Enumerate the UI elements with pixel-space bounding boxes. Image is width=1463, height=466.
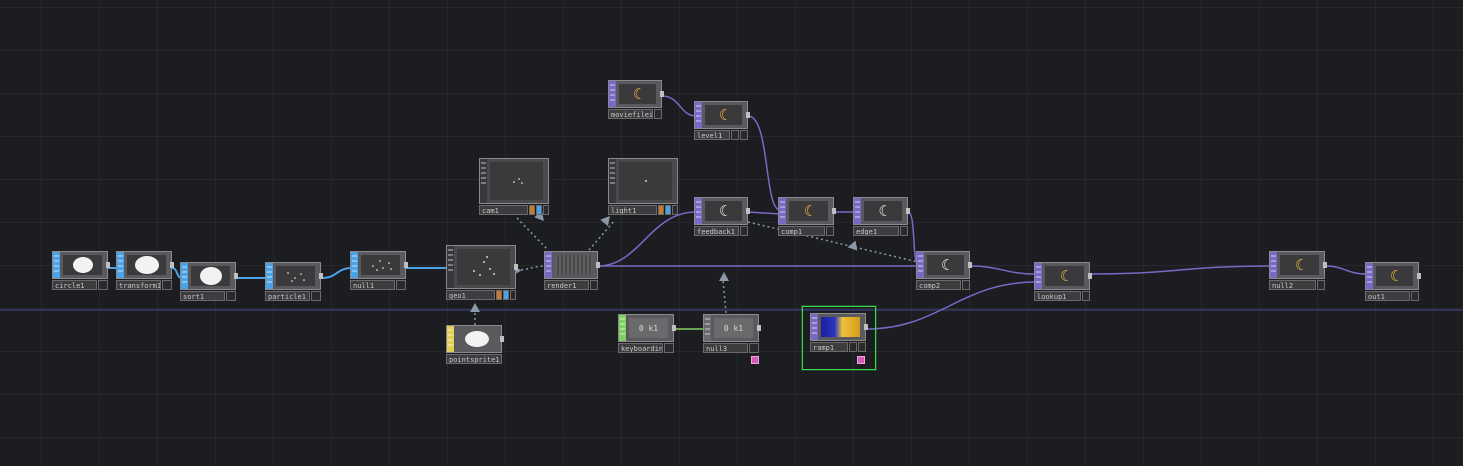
node-label: sort1 bbox=[180, 291, 225, 301]
preview-particles bbox=[286, 272, 305, 282]
node-comp1[interactable]: ☾ comp1 bbox=[778, 197, 836, 236]
channel-value: 0 k1 bbox=[638, 323, 659, 333]
arrow-icon bbox=[846, 240, 858, 253]
node-edge1[interactable]: ☾ edge1 bbox=[853, 197, 910, 236]
wire-moviefilein1-level1[interactable] bbox=[661, 95, 697, 117]
node-label: keyboardin1 bbox=[618, 343, 663, 353]
wire-null2-out1[interactable] bbox=[1324, 265, 1368, 275]
banana-preview-icon: ☾ bbox=[1059, 266, 1070, 285]
node-label: comp2 bbox=[916, 280, 961, 290]
node-label: level1 bbox=[694, 130, 730, 140]
node-transform1[interactable]: transform1 bbox=[116, 251, 174, 290]
node-label: light1 bbox=[608, 205, 657, 215]
node-label: cam1 bbox=[479, 205, 528, 215]
banana-preview-icon: ☾ bbox=[718, 105, 729, 124]
arrow-icon bbox=[719, 272, 729, 281]
node-label: comp1 bbox=[778, 226, 825, 236]
preview-particles bbox=[371, 260, 392, 271]
node-label: pointsprite1 bbox=[446, 354, 502, 364]
node-sort1[interactable]: sort1 bbox=[180, 262, 238, 301]
wire-level1-comp1[interactable] bbox=[747, 115, 781, 211]
node-level1[interactable]: ☾ level1 bbox=[694, 101, 750, 140]
node-label: edge1 bbox=[853, 226, 899, 236]
node-label: feedback1 bbox=[694, 226, 739, 236]
node-label: moviefilein1 bbox=[608, 109, 653, 119]
node-null2[interactable]: ☾ null2 bbox=[1269, 251, 1327, 290]
banana-preview-icon: ☾ bbox=[803, 201, 814, 220]
node-circle1[interactable]: circle1 bbox=[52, 251, 110, 290]
banana-preview-icon: ☾ bbox=[1389, 266, 1400, 285]
viewer-flag-icon[interactable] bbox=[751, 356, 759, 364]
node-label: lookup1 bbox=[1034, 291, 1081, 301]
network-editor-canvas[interactable]: circle1 transform1 sort1 particle1 null1… bbox=[0, 0, 1463, 466]
node-out1[interactable]: ☾ out1 bbox=[1365, 262, 1421, 301]
node-label: geo1 bbox=[446, 290, 495, 300]
node-null1[interactable]: null1 bbox=[350, 251, 408, 290]
wire-comp2-lookup1[interactable] bbox=[969, 265, 1037, 275]
wire-lookup1-null2[interactable] bbox=[1089, 265, 1272, 275]
banana-preview-icon: ☾ bbox=[718, 201, 729, 220]
node-light1[interactable]: light1 bbox=[608, 158, 678, 215]
preview-disc bbox=[199, 267, 222, 285]
arrow-icon bbox=[470, 303, 480, 312]
node-feedback1[interactable]: ☾ feedback1 bbox=[694, 197, 750, 236]
node-moviefilein1[interactable]: ☾ moviefilein1 bbox=[608, 80, 664, 119]
node-label: particle1 bbox=[265, 291, 310, 301]
node-null3[interactable]: 0 k1 null3 bbox=[703, 314, 761, 353]
node-label: null2 bbox=[1269, 280, 1316, 290]
banana-preview-icon: ☾ bbox=[632, 84, 643, 103]
viewer-flag-icon[interactable] bbox=[857, 356, 865, 364]
node-pointsprite1[interactable]: pointsprite1 bbox=[446, 325, 504, 364]
ref-cam1-render1[interactable] bbox=[516, 217, 549, 251]
node-label: out1 bbox=[1365, 291, 1410, 301]
node-particle1[interactable]: particle1 bbox=[265, 262, 323, 301]
node-label: ramp1 bbox=[810, 342, 848, 352]
node-label: circle1 bbox=[52, 280, 97, 290]
wire-feedback1-comp1[interactable] bbox=[747, 211, 781, 215]
preview-disc bbox=[134, 256, 159, 274]
node-comp2[interactable]: ☾ comp2 bbox=[916, 251, 972, 290]
node-cam1[interactable]: cam1 bbox=[479, 158, 549, 215]
preview-particles bbox=[512, 178, 523, 184]
node-geo1[interactable]: geo1 bbox=[446, 245, 518, 300]
preview-particles bbox=[644, 180, 647, 182]
banana-preview-icon: ☾ bbox=[1294, 255, 1305, 274]
channel-value: 0 k1 bbox=[723, 323, 744, 333]
ref-null3-feedback1[interactable] bbox=[722, 279, 727, 314]
ramp-preview bbox=[821, 317, 860, 337]
node-label: transform1 bbox=[116, 280, 161, 290]
node-label: null3 bbox=[703, 343, 748, 353]
node-ramp1[interactable]: ramp1 bbox=[810, 313, 868, 352]
preview-particles bbox=[472, 256, 495, 276]
preview-disc bbox=[72, 257, 93, 273]
node-label: null1 bbox=[350, 280, 395, 290]
node-render1[interactable]: render1 bbox=[544, 251, 600, 290]
banana-preview-icon: ☾ bbox=[940, 255, 951, 274]
ref-light1-render1[interactable] bbox=[588, 219, 616, 251]
node-label: render1 bbox=[544, 280, 589, 290]
banana-preview-icon: ☾ bbox=[878, 201, 888, 220]
node-lookup1[interactable]: ☾ lookup1 bbox=[1034, 262, 1092, 301]
preview-disc bbox=[464, 331, 489, 347]
node-keyboardin1[interactable]: 0 k1 keyboardin1 bbox=[618, 314, 676, 353]
wire-particle1-null1[interactable] bbox=[320, 267, 353, 279]
